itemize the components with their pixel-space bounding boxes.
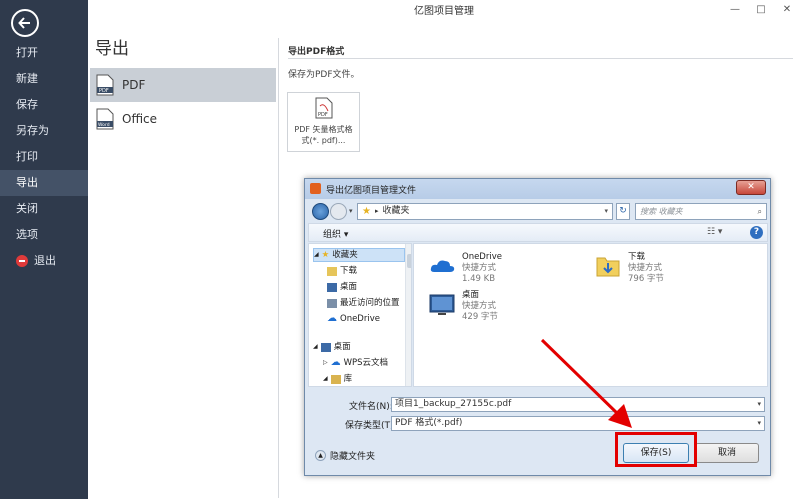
svg-text:PDF: PDF <box>99 88 109 94</box>
sidebar-item-options[interactable]: 选项 <box>0 222 88 248</box>
restore-button[interactable]: □ <box>748 0 774 18</box>
file-tile-onedrive[interactable]: OneDrive 快捷方式 1.49 KB <box>428 252 502 285</box>
chevron-up-icon: ▲ <box>315 450 326 461</box>
organize-menu[interactable]: 组织 ▾ <box>323 227 348 240</box>
star-icon: ★ <box>362 206 371 217</box>
scrollbar[interactable] <box>405 244 411 386</box>
file-tile-downloads[interactable]: 下载 快捷方式 796 字节 <box>594 252 664 285</box>
divider <box>288 58 793 59</box>
help-icon[interactable]: ? <box>750 226 763 239</box>
save-dialog: 导出亿图项目管理文件 ✕ ▾ ★ ▸ 收藏夹 ▾ ↻ 搜索 收藏夹 ⌕ 组织 ▾… <box>304 178 771 476</box>
download-folder-icon <box>594 252 622 280</box>
sidebar-item-export[interactable]: 导出 <box>0 170 88 196</box>
svg-text:Word: Word <box>98 122 110 128</box>
navigation-pane: ◢ ★ 收藏夹 下载 桌面 最近访问的位置 ☁ OneDrive ◢ 桌面 ▷ … <box>308 243 412 387</box>
chevron-down-icon: ◢ <box>323 375 328 382</box>
page-title: 导出 <box>95 39 129 59</box>
sidebar-item-save[interactable]: 保存 <box>0 92 88 118</box>
tree-item-desktop-root[interactable]: ◢ 桌面 <box>313 340 351 354</box>
dialog-title: 导出亿图项目管理文件 <box>326 186 417 196</box>
cloud-icon: ☁ <box>330 357 341 368</box>
chevron-down-icon[interactable]: ▾ <box>757 398 761 411</box>
desktop-icon <box>428 290 456 318</box>
star-icon: ★ <box>321 250 330 260</box>
search-icon: ⌕ <box>757 207 762 216</box>
chevron-down-icon[interactable]: ▾ <box>349 207 353 215</box>
scrollbar-thumb[interactable] <box>407 254 411 268</box>
hide-folders-toggle[interactable]: ▲ 隐藏文件夹 <box>315 449 375 462</box>
title-bar: 亿图项目管理 — □ ✕ <box>88 0 800 18</box>
export-pdf-description: 保存为PDF文件。 <box>288 70 360 80</box>
back-arrow-icon[interactable] <box>312 203 329 220</box>
dialog-title-bar: 导出亿图项目管理文件 ✕ <box>305 179 770 199</box>
library-icon <box>330 374 341 384</box>
svg-text:PDF: PDF <box>318 112 328 118</box>
pdf-file-icon: PDF <box>96 74 114 96</box>
export-option-pdf[interactable]: PDF PDF <box>90 68 276 102</box>
sidebar-item-open[interactable]: 打开 <box>0 40 88 66</box>
cancel-button[interactable]: 取消 <box>695 443 759 463</box>
minimize-button[interactable]: — <box>722 0 748 18</box>
tree-item-wps-cloud[interactable]: ▷ ☁ WPS云文档 <box>323 356 388 370</box>
chevron-right-icon: ▷ <box>323 359 328 366</box>
word-file-icon: Word <box>96 108 114 130</box>
view-options-icon[interactable]: ☷ ▾ <box>707 227 722 237</box>
tree-item-favorites[interactable]: ◢ ★ 收藏夹 <box>313 248 405 262</box>
filetype-label: 保存类型(T): <box>345 421 397 431</box>
app-window: 打开 新建 保存 另存为 打印 导出 关闭 选项 退出 亿图项目管理 — □ ✕… <box>0 0 800 499</box>
sidebar-item-exit[interactable]: 退出 <box>0 248 88 274</box>
tree-item-desktop[interactable]: 桌面 <box>327 280 357 294</box>
tree-item-recent-places[interactable]: 最近访问的位置 <box>327 296 400 310</box>
back-button[interactable] <box>11 9 39 37</box>
highlight-box <box>615 432 697 467</box>
app-title: 亿图项目管理 <box>414 6 474 17</box>
search-input[interactable]: 搜索 收藏夹 ⌕ <box>635 203 767 220</box>
tree-item-onedrive[interactable]: ☁ OneDrive <box>327 312 380 326</box>
sidebar-item-new[interactable]: 新建 <box>0 66 88 92</box>
pdf-card-label: PDF 矢量格式格式(*. pdf)... <box>294 125 353 145</box>
file-list-pane: OneDrive 快捷方式 1.49 KB 下载 快捷方式 796 字节 桌面 … <box>413 243 768 387</box>
close-button[interactable]: ✕ <box>774 0 800 18</box>
app-logo-icon <box>310 183 321 194</box>
download-folder-icon <box>327 266 337 276</box>
chevron-right-icon: ▸ <box>374 207 379 215</box>
export-option-office[interactable]: Word Office <box>90 102 276 136</box>
exit-icon <box>16 255 28 267</box>
forward-arrow-icon[interactable] <box>330 203 347 220</box>
sidebar-item-print[interactable]: 打印 <box>0 144 88 170</box>
chevron-down-icon: ◢ <box>314 251 319 258</box>
dialog-toolbar: 组织 ▾ ☷ ▾ ? <box>308 223 768 242</box>
refresh-icon[interactable]: ↻ <box>616 203 630 220</box>
tree-item-downloads[interactable]: 下载 <box>327 264 357 278</box>
filename-input[interactable]: 项目1_backup_27155c.pdf ▾ <box>391 397 765 412</box>
filename-label: 文件名(N): <box>349 402 393 412</box>
chevron-down-icon[interactable]: ▾ <box>604 204 608 219</box>
export-pdf-heading: 导出PDF格式 <box>288 47 345 57</box>
pdf-vector-format-card[interactable]: PDF PDF 矢量格式格式(*. pdf)... <box>287 92 360 152</box>
cloud-icon <box>428 252 456 280</box>
sidebar-item-save-as[interactable]: 另存为 <box>0 118 88 144</box>
chevron-down-icon[interactable]: ▾ <box>757 417 761 430</box>
dialog-close-button[interactable]: ✕ <box>736 180 766 195</box>
recent-places-icon <box>327 298 337 308</box>
address-text: 收藏夹 <box>382 206 410 216</box>
sidebar: 打开 新建 保存 另存为 打印 导出 关闭 选项 退出 <box>0 0 88 499</box>
arrow-left-icon <box>18 17 30 29</box>
chevron-down-icon: ◢ <box>313 343 318 350</box>
desktop-icon <box>320 342 331 352</box>
filetype-select[interactable]: PDF 格式(*.pdf) ▾ <box>391 416 765 431</box>
export-options-list: PDF PDF Word Office <box>90 68 276 136</box>
sidebar-item-close[interactable]: 关闭 <box>0 196 88 222</box>
file-tile-desktop[interactable]: 桌面 快捷方式 429 字节 <box>428 290 498 323</box>
divider <box>278 38 279 498</box>
tree-item-libraries[interactable]: ◢ 库 <box>323 372 352 386</box>
pdf-file-icon: PDF <box>315 97 332 119</box>
desktop-icon <box>327 282 337 292</box>
address-bar[interactable]: ★ ▸ 收藏夹 ▾ <box>357 203 613 220</box>
cloud-icon: ☁ <box>327 313 337 324</box>
